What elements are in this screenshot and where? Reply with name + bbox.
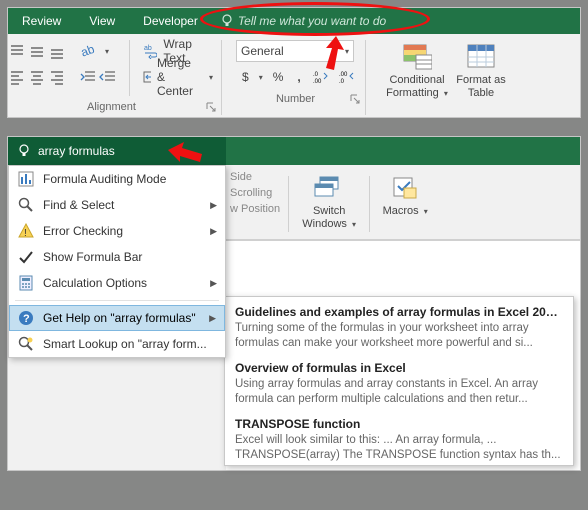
tab-review[interactable]: Review [8,8,75,34]
tellme-results-panel: array formulas Side Scrolling w Position… [7,136,581,471]
smart-lookup-icon [17,335,35,353]
switch-windows-button[interactable]: Switch Windows ▾ [297,171,361,237]
macros-button[interactable]: Macros ▾ [378,171,432,237]
number-format-dropdown[interactable]: General ▾ [236,40,354,62]
svg-text:.0: .0 [313,72,319,78]
switch-windows-label: Switch Windows [302,205,347,230]
menu-item-label: Smart Lookup on "array form... [43,337,217,351]
menu-smart-lookup[interactable]: Smart Lookup on "array form... [9,331,225,357]
window-group: Side Scrolling w Position Switch Windows… [226,165,580,239]
submenu-arrow-icon: ▶ [210,226,217,237]
tab-view[interactable]: View [75,8,129,34]
group-label-alignment: Alignment [87,101,136,113]
menu-item-label: Error Checking [43,224,202,238]
tell-me-placeholder: Tell me what you want to do [238,14,386,28]
conditional-formatting-icon [402,42,432,72]
menu-calculation-options[interactable]: Calculation Options ▶ [9,270,225,296]
help-submenu: Guidelines and examples of array formula… [224,296,574,466]
menu-separator [15,300,219,301]
help-icon: ? [17,309,35,327]
menu-item-label: Show Formula Bar [43,250,217,264]
align-top-row[interactable] [5,40,67,62]
help-desc: Using array formulas and array constants… [235,377,563,407]
alignment-dialog-launcher[interactable] [205,101,217,113]
help-result[interactable]: Overview of formulas in Excel Using arra… [225,355,573,411]
merge-center-button[interactable]: Merge & Center ▾ [138,66,218,88]
svg-text:.00: .00 [313,79,322,84]
help-title: Overview of formulas in Excel [235,361,563,375]
help-result[interactable]: Guidelines and examples of array formula… [225,299,573,355]
number-format-value: General [241,44,284,58]
orientation-button[interactable]: ab ▾ [75,40,121,62]
search-value: array formulas [38,144,115,158]
search-row: array formulas [8,137,580,165]
menu-get-help[interactable]: ? Get Help on "array formulas" ▶ [9,305,225,331]
menu-item-label: Get Help on "array formulas" [43,311,201,325]
svg-text:!: ! [24,228,27,239]
tell-me-box[interactable]: Tell me what you want to do [212,8,404,34]
format-as-table-button[interactable]: Format as Table [454,40,508,106]
menu-error-checking[interactable]: ! Error Checking ▶ [9,218,225,244]
ribbon-body: ab ▾ ab [8,34,580,117]
group-number: General ▾ $▾ % , .0.00 .00.0 Number [236,40,366,115]
decrease-decimal-button[interactable]: .00.0 [337,70,357,84]
format-as-table-label: Format as Table [456,74,506,99]
submenu-arrow-icon: ▶ [209,313,216,324]
number-buttons: $▾ % , .0.00 .00.0 [236,66,355,88]
increase-decimal-button[interactable]: .0.00 [311,70,331,84]
lightbulb-icon [18,144,30,158]
calculation-icon [17,274,35,292]
merge-center-label: Merge & Center [157,56,201,98]
align-h-row[interactable] [5,66,67,88]
macros-label: Macros [383,205,419,217]
ribbon-tabs: Review View Developer Tell me what you w… [8,8,580,34]
search-box[interactable]: array formulas [8,137,226,165]
format-as-table-icon [466,42,496,72]
menu-show-formula-bar[interactable]: Show Formula Bar [9,244,225,270]
tellme-menu: Formula Auditing Mode Find & Select ▶ ! … [8,165,226,358]
menu-item-label: Find & Select [43,198,202,212]
menu-item-label: Calculation Options [43,276,202,290]
reset-window-position[interactable]: w Position [230,203,280,215]
view-side-by-side[interactable]: Side [230,171,252,183]
percent-button[interactable]: % [269,70,288,84]
svg-text:.00: .00 [339,72,348,78]
comma-button[interactable]: , [293,70,304,84]
help-desc: Turning some of the formulas in your wor… [235,321,563,351]
error-checking-icon: ! [17,222,35,240]
submenu-arrow-icon: ▶ [210,200,217,211]
conditional-formatting-label: Conditional Formatting [386,74,444,99]
sync-scrolling[interactable]: Scrolling [230,187,272,199]
conditional-formatting-button[interactable]: Conditional Formatting ▾ [380,40,454,106]
help-result[interactable]: TRANSPOSE function Excel will look simil… [225,411,573,466]
lightbulb-icon [222,14,232,28]
ribbon-top: Review View Developer Tell me what you w… [7,7,581,118]
currency-button[interactable]: $ [240,70,251,84]
submenu-arrow-icon: ▶ [210,278,217,289]
help-title: TRANSPOSE function [235,417,563,431]
switch-windows-icon [314,173,344,203]
menu-formula-auditing[interactable]: Formula Auditing Mode [9,166,225,192]
indent-buttons[interactable] [75,66,121,88]
group-label-number: Number [276,93,315,105]
formula-auditing-icon [17,170,35,188]
tab-developer[interactable]: Developer [129,8,212,34]
menu-item-label: Formula Auditing Mode [43,172,217,186]
macros-icon [390,173,420,203]
find-icon [17,196,35,214]
group-alignment: ab ▾ ab [12,40,222,115]
help-title: Guidelines and examples of array formula… [235,305,563,319]
svg-text:.0: .0 [339,79,345,84]
help-desc: Excel will look similar to this: ... An … [235,433,563,463]
svg-text:ab: ab [79,43,97,59]
svg-text:?: ? [23,313,30,325]
svg-text:ab: ab [144,45,152,52]
number-dialog-launcher[interactable] [349,93,361,105]
menu-find-select[interactable]: Find & Select ▶ [9,192,225,218]
checkmark-icon [17,248,35,266]
